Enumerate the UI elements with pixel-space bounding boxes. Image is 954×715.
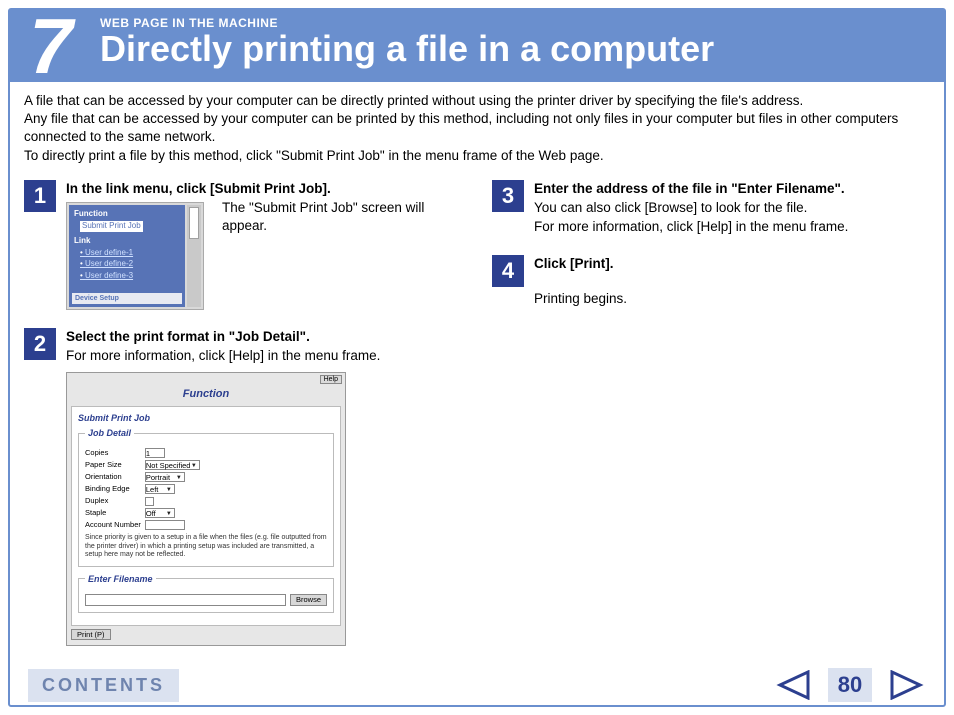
page-number: 80 [828, 668, 872, 702]
step-3: 3 Enter the address of the file in "Ente… [492, 180, 930, 237]
shot2-orient-field: Portrait [145, 472, 185, 482]
prev-page-button[interactable] [774, 668, 814, 702]
shot2-staple-field: Off [145, 508, 175, 518]
shot2-orient-label: Orientation [85, 471, 145, 483]
step-4-number: 4 [492, 255, 524, 287]
triangle-left-icon [776, 670, 812, 700]
shot2-title: Submit Print Job [78, 412, 334, 424]
step-1-number: 1 [24, 180, 56, 212]
shot2-copies-field: 1 [145, 448, 165, 458]
intro-line-2: Any file that can be accessed by your co… [24, 110, 930, 146]
shot1-function-label: Function [74, 209, 180, 220]
step-2: 2 Select the print format in "Job Detail… [24, 328, 462, 645]
shot2-job-detail-legend: Job Detail [85, 427, 134, 439]
intro-text: A file that can be accessed by your comp… [24, 92, 930, 165]
intro-line-3: To directly print a file by this method,… [24, 147, 930, 165]
left-column: 1 In the link menu, click [Submit Print … [24, 180, 462, 664]
shot2-copies-label: Copies [85, 447, 145, 459]
shot2-print-button: Print (P) [71, 629, 111, 640]
page-title: Directly printing a file in a computer [100, 28, 944, 70]
shot2-paper-label: Paper Size [85, 459, 145, 471]
step-1: 1 In the link menu, click [Submit Print … [24, 180, 462, 310]
contents-button[interactable]: CONTENTS [28, 669, 179, 702]
steps-area: 1 In the link menu, click [Submit Print … [24, 180, 930, 664]
shot1-link-1: User define-1 [80, 248, 180, 259]
next-page-button[interactable] [886, 668, 926, 702]
shot2-browse-button: Browse [290, 594, 327, 606]
shot1-link-label: Link [74, 236, 180, 247]
step-3-text-1: You can also click [Browse] to look for … [534, 199, 930, 217]
shot2-duplex-label: Duplex [85, 495, 145, 507]
chapter-header: 7 WEB PAGE IN THE MACHINE Directly print… [10, 10, 944, 82]
step-4-head: Click [Print]. [534, 255, 930, 273]
shot2-binding-label: Binding Edge [85, 483, 145, 495]
intro-line-1: A file that can be accessed by your comp… [24, 92, 930, 110]
shot2-account-label: Account Number [85, 519, 145, 531]
screenshot-function-panel: Help Function Submit Print Job Job Detai… [66, 372, 346, 646]
step-4-text: Printing begins. [534, 290, 930, 308]
shot1-link-2: User define-2 [80, 259, 180, 270]
shot2-filename-field [85, 594, 286, 606]
triangle-right-icon [888, 670, 924, 700]
shot1-device-setup: Device Setup [72, 293, 182, 304]
step-2-head: Select the print format in "Job Detail". [66, 328, 462, 346]
step-2-number: 2 [24, 328, 56, 360]
step-3-number: 3 [492, 180, 524, 212]
screenshot-link-menu: Function Submit Print Job Link User defi… [66, 202, 204, 310]
right-column: 3 Enter the address of the file in "Ente… [492, 180, 930, 664]
step-3-text-2: For more information, click [Help] in th… [534, 218, 930, 236]
shot2-staple-label: Staple [85, 507, 145, 519]
shot1-submit-print-job-item: Submit Print Job [80, 221, 143, 232]
shot2-binding-field: Left [145, 484, 175, 494]
step-3-head: Enter the address of the file in "Enter … [534, 180, 930, 198]
shot2-enter-filename-legend: Enter Filename [85, 573, 156, 585]
shot2-note: Since priority is given to a setup in a … [85, 534, 327, 559]
shot2-paper-field: Not Specified [145, 460, 200, 470]
shot2-help: Help [320, 375, 342, 384]
chapter-number: 7 [10, 10, 88, 82]
footer: CONTENTS 80 [10, 665, 944, 705]
step-1-text: The "Submit Print Job" screen will appea… [222, 199, 462, 310]
shot2-duplex-checkbox [145, 497, 154, 506]
step-4: 4 Click [Print]. Printing begins. [492, 255, 930, 308]
shot2-account-field [145, 520, 185, 530]
step-1-head: In the link menu, click [Submit Print Jo… [66, 180, 462, 198]
shot1-scrollbar [187, 205, 201, 307]
shot2-function-heading: Function [67, 385, 345, 406]
shot1-link-3: User define-3 [80, 271, 180, 282]
step-2-text: For more information, click [Help] in th… [66, 347, 462, 365]
